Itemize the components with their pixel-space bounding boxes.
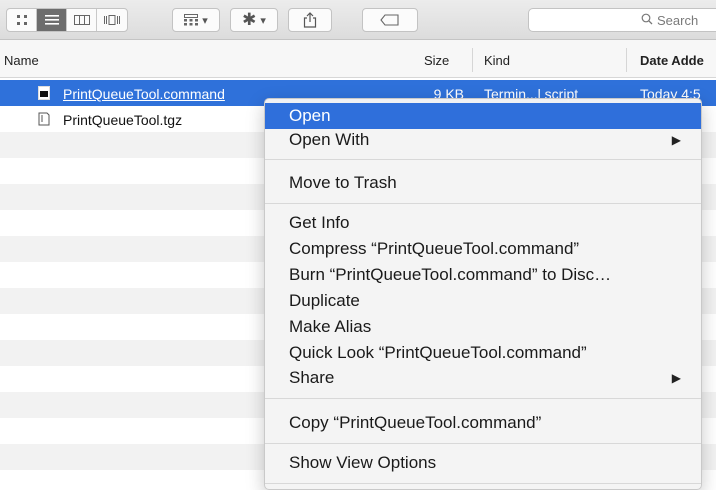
- edit-tags-button[interactable]: [362, 8, 418, 32]
- menu-item-open-with[interactable]: Open With ▶: [265, 127, 701, 153]
- view-mode-segmented-control: [6, 8, 128, 32]
- menu-item-get-info[interactable]: Get Info: [265, 210, 701, 236]
- share-button[interactable]: [288, 8, 332, 32]
- menu-item-duplicate[interactable]: Duplicate: [265, 288, 701, 314]
- menu-item-label: Open: [289, 106, 331, 125]
- chevron-down-icon: ▾: [202, 14, 208, 27]
- menu-item-make-alias[interactable]: Make Alias: [265, 314, 701, 340]
- menu-item-label: Compress “PrintQueueTool.command”: [289, 239, 580, 258]
- finder-toolbar: ▾ ✱ ▾ Search: [0, 0, 716, 40]
- coverflow-view-button[interactable]: [97, 9, 127, 31]
- search-icon: [641, 13, 653, 28]
- archive-file-icon: [38, 112, 50, 126]
- column-header-name[interactable]: Name: [4, 53, 39, 68]
- menu-item-label: Get Info: [289, 213, 350, 232]
- arrange-button[interactable]: ▾: [172, 8, 220, 32]
- menu-item-share[interactable]: Share ▶: [265, 365, 701, 391]
- menu-separator: [265, 398, 701, 399]
- chevron-down-icon: ▾: [260, 14, 266, 27]
- terminal-script-file-icon: [38, 86, 50, 100]
- menu-item-burn-to-disc[interactable]: Burn “PrintQueueTool.command” to Disc…: [265, 262, 701, 288]
- menu-item-quick-look[interactable]: Quick Look “PrintQueueTool.command”: [265, 340, 701, 366]
- search-field[interactable]: Search: [528, 8, 716, 32]
- menu-item-label: Quick Look “PrintQueueTool.command”: [289, 343, 587, 362]
- menu-item-copy[interactable]: Copy “PrintQueueTool.command”: [265, 410, 701, 436]
- column-header-size[interactable]: Size: [424, 53, 449, 68]
- column-divider[interactable]: [626, 48, 627, 72]
- menu-item-label: Show View Options: [289, 453, 437, 472]
- menu-item-label: Duplicate: [289, 291, 360, 310]
- arrange-grid-icon: [184, 14, 199, 26]
- column-header-date-added[interactable]: Date Adde: [640, 53, 704, 68]
- coverflow-icon: [104, 15, 120, 25]
- list-icon: [44, 15, 59, 25]
- gear-icon: ✱: [242, 10, 257, 29]
- list-view-button[interactable]: [37, 9, 67, 31]
- menu-item-label: Share: [289, 368, 335, 387]
- action-button[interactable]: ✱ ▾: [230, 8, 278, 32]
- menu-item-show-view-options[interactable]: Show View Options: [265, 450, 701, 476]
- column-divider[interactable]: [472, 48, 473, 72]
- menu-item-label: Burn “PrintQueueTool.command” to Disc…: [289, 265, 612, 284]
- tag-icon: [380, 14, 399, 26]
- menu-item-open[interactable]: Open: [265, 103, 701, 129]
- grid-icon: [16, 15, 27, 25]
- share-icon: [303, 12, 317, 28]
- menu-separator: [265, 159, 701, 160]
- file-name: PrintQueueTool.tgz: [63, 112, 183, 128]
- icon-view-button[interactable]: [7, 9, 37, 31]
- menu-item-label: Make Alias: [289, 317, 372, 336]
- submenu-arrow-icon: ▶: [671, 371, 681, 385]
- menu-separator: [265, 443, 701, 444]
- submenu-arrow-icon: ▶: [671, 133, 681, 147]
- search-placeholder: Search: [657, 12, 699, 28]
- menu-separator: [265, 483, 701, 484]
- context-menu: Open Open With ▶ Move to Trash Get Info …: [264, 98, 702, 490]
- column-header-bar: Name Size Kind Date Adde: [0, 40, 716, 78]
- menu-separator: [265, 203, 701, 204]
- menu-item-label: Copy “PrintQueueTool.command”: [289, 413, 542, 432]
- column-view-button[interactable]: [67, 9, 97, 31]
- menu-item-label: Open With: [289, 130, 370, 149]
- menu-item-move-to-trash[interactable]: Move to Trash: [265, 170, 701, 196]
- columns-icon: [73, 15, 90, 25]
- menu-item-label: Move to Trash: [289, 173, 397, 192]
- column-header-kind[interactable]: Kind: [484, 53, 510, 68]
- file-name: PrintQueueTool.command: [63, 86, 225, 102]
- menu-item-compress[interactable]: Compress “PrintQueueTool.command”: [265, 236, 701, 262]
